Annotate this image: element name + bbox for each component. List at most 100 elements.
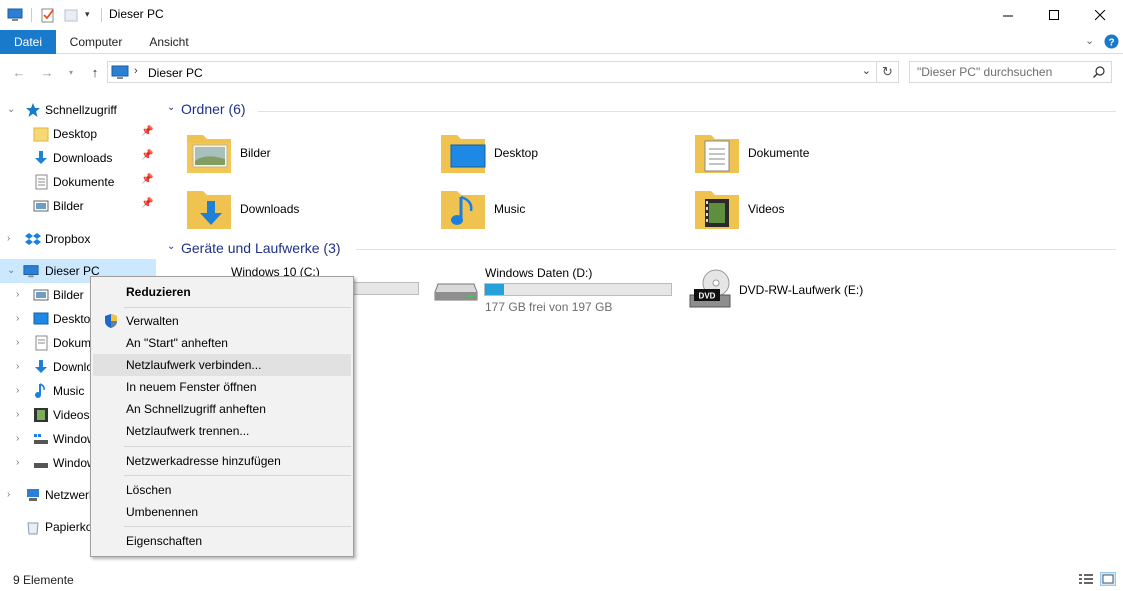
close-button[interactable] <box>1077 0 1123 30</box>
menu-item-rename[interactable]: Umbenennen <box>93 501 351 523</box>
folder-tile-documents[interactable]: Dokumente <box>693 129 933 179</box>
pictures-icon <box>33 200 49 212</box>
dvd-drive-icon: DVD <box>689 269 731 308</box>
nav-quick-downloads[interactable]: Downloads 📌 <box>0 146 156 170</box>
drive-tile-d[interactable]: Windows Daten (D:) 177 GB frei von 197 G… <box>434 266 674 316</box>
menu-item-pin-quick-access[interactable]: An Schnellzugriff anheften <box>93 398 351 420</box>
this-pc-icon <box>23 265 39 278</box>
tab-computer[interactable]: Computer <box>62 30 130 54</box>
folder-label: Dokumente <box>748 146 810 160</box>
menu-separator <box>124 475 351 476</box>
folder-label: Music <box>494 202 526 216</box>
network-icon <box>27 489 39 501</box>
minimize-button[interactable] <box>985 0 1031 30</box>
ribbon: Datei Computer Ansicht ⌄ ? <box>0 30 1123 54</box>
chevron-right-icon[interactable]: › <box>16 336 26 350</box>
downloads-folder-icon <box>187 191 231 229</box>
chevron-right-icon[interactable]: › <box>16 384 26 398</box>
group-header-drives[interactable]: Geräte und Laufwerke (3) <box>181 240 341 256</box>
chevron-right-icon[interactable]: › <box>16 408 26 422</box>
search-input[interactable] <box>917 62 1087 82</box>
folder-tile-downloads[interactable]: Downloads <box>185 185 425 235</box>
help-icon[interactable]: ? <box>1104 34 1119 49</box>
breadcrumb-chevron-icon[interactable]: › <box>134 65 138 77</box>
large-icons-view-icon[interactable] <box>1100 572 1116 586</box>
refresh-icon: ↻ <box>882 64 893 79</box>
folder-label: Desktop <box>494 146 539 160</box>
menu-item-disconnect-network-drive[interactable]: Netzlaufwerk trennen... <box>93 420 351 442</box>
this-pc-icon[interactable] <box>7 7 23 23</box>
pictures-folder-icon <box>187 135 231 173</box>
menu-item-label: An Schnellzugriff anheften <box>126 402 266 416</box>
expand-ribbon-icon[interactable]: ⌄ <box>1085 34 1094 47</box>
customize-toolbar-icon[interactable]: ▾ <box>85 9 90 20</box>
nav-quick-documents[interactable]: Dokumente 📌 <box>0 170 156 194</box>
chevron-right-icon[interactable]: › <box>7 232 17 246</box>
menu-separator <box>124 446 351 447</box>
forward-button[interactable]: → <box>38 63 56 81</box>
menu-item-properties[interactable]: Eigenschaften <box>93 530 351 552</box>
chevron-right-icon[interactable]: › <box>16 432 26 446</box>
chevron-right-icon[interactable]: › <box>16 288 26 302</box>
pin-icon: 📌 <box>141 126 154 137</box>
star-icon <box>26 103 40 117</box>
recent-locations-button[interactable]: ▾ <box>62 63 80 81</box>
menu-item-label: An "Start" anheften <box>126 336 228 350</box>
nav-quick-access[interactable]: ⌄ Schnellzugriff <box>0 98 156 122</box>
chevron-right-icon[interactable]: › <box>16 312 26 326</box>
details-view-icon[interactable] <box>1078 572 1094 586</box>
menu-item-open-new-window[interactable]: In neuem Fenster öffnen <box>93 376 351 398</box>
folder-label: Videos <box>748 202 785 216</box>
nav-quick-pictures[interactable]: Bilder 📌 <box>0 194 156 218</box>
tab-ansicht[interactable]: Ansicht <box>140 30 198 54</box>
menu-item-delete[interactable]: Löschen <box>93 479 351 501</box>
chevron-down-icon[interactable]: ⌄ <box>7 103 17 117</box>
menu-item-add-network-location[interactable]: Netzwerkadresse hinzufügen <box>93 450 351 472</box>
tab-datei[interactable]: Datei <box>0 30 56 54</box>
folder-tile-pictures[interactable]: Bilder <box>185 129 425 179</box>
menu-item-label: Verwalten <box>126 314 179 328</box>
new-folder-icon[interactable] <box>63 7 79 23</box>
nav-label: Bilder <box>53 288 84 302</box>
music-icon <box>35 383 45 398</box>
svg-text:?: ? <box>1108 38 1114 49</box>
desktop-icon <box>33 312 49 325</box>
group-header-folders[interactable]: Ordner (6) <box>181 101 246 117</box>
nav-dropbox[interactable]: › Dropbox <box>0 227 156 251</box>
folder-tile-desktop[interactable]: Desktop <box>439 129 679 179</box>
nav-quick-desktop[interactable]: Desktop 📌 <box>0 122 156 146</box>
folder-tile-videos[interactable]: Videos <box>693 185 933 235</box>
shield-icon <box>105 314 117 328</box>
nav-label: Desktop <box>53 127 98 141</box>
drive-icon <box>34 463 48 468</box>
minimize-icon <box>1002 15 1013 16</box>
menu-item-map-network-drive[interactable]: Netzlaufwerk verbinden... <box>93 354 351 376</box>
menu-item-verwalten[interactable]: Verwalten <box>93 310 351 332</box>
chevron-right-icon[interactable]: › <box>16 456 26 470</box>
maximize-button[interactable] <box>1031 0 1077 30</box>
drive-tile-e[interactable]: DVD DVD-RW-Laufwerk (E:) <box>688 267 938 317</box>
back-button[interactable]: ← <box>10 63 28 81</box>
collapse-group-icon[interactable]: ⌄ <box>167 102 175 113</box>
collapse-group-icon[interactable]: ⌄ <box>167 241 175 252</box>
group-divider <box>356 249 1116 250</box>
chevron-right-icon[interactable]: › <box>7 488 17 502</box>
address-dropdown-icon[interactable]: ⌄ <box>862 64 871 77</box>
folder-icon <box>33 127 49 142</box>
menu-item-reduzieren[interactable]: Reduzieren <box>93 281 351 303</box>
up-button[interactable]: ↑ <box>86 63 104 81</box>
window-title: Dieser PC <box>109 7 164 21</box>
chevron-right-icon[interactable]: › <box>16 360 26 374</box>
group-divider <box>258 111 1116 112</box>
properties-icon[interactable] <box>40 7 56 23</box>
search-icon[interactable] <box>1093 66 1105 78</box>
refresh-button[interactable]: ↻ <box>877 61 899 83</box>
address-bar[interactable]: › Dieser PC ⌄ <box>107 61 877 83</box>
menu-separator <box>124 526 351 527</box>
pictures-icon <box>33 289 49 301</box>
menu-separator <box>124 307 351 308</box>
folder-tile-music[interactable]: Music <box>439 185 679 235</box>
chevron-down-icon[interactable]: ⌄ <box>7 264 17 278</box>
breadcrumb-this-pc[interactable]: Dieser PC <box>148 66 203 80</box>
menu-item-pin-start[interactable]: An "Start" anheften <box>93 332 351 354</box>
